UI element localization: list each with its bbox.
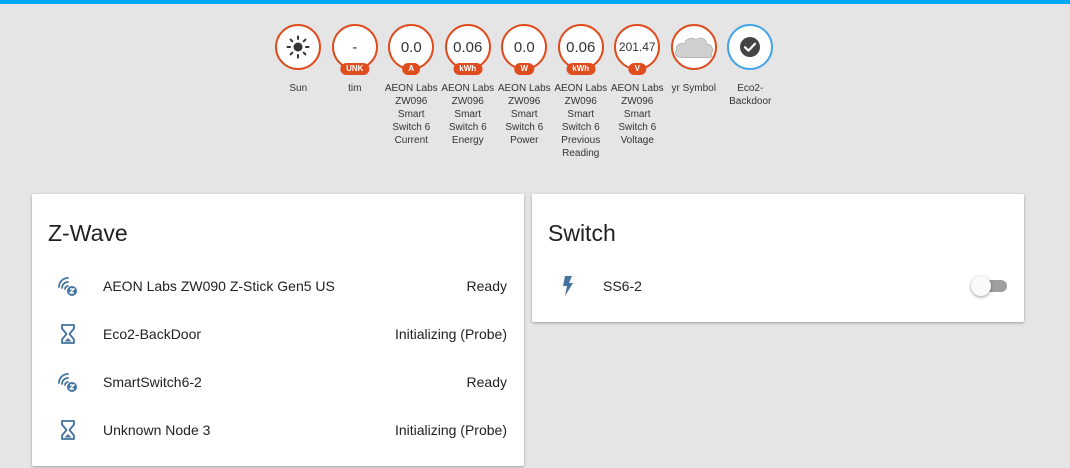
row-name: AEON Labs ZW090 Z-Stick Gen5 US [103,278,335,294]
badge-energy[interactable]: 0.06 kWh AEON Labs ZW096 Smart Switch 6 … [440,24,497,147]
row-state: Initializing (Probe) [394,422,507,438]
card-title: Z-Wave [48,220,128,246]
badge-circle[interactable]: 0.06 kWh [557,24,604,75]
row-name: Eco2-BackDoor [103,326,202,342]
row-name: SS6-2 [603,278,642,294]
row-name: SmartSwitch6-2 [103,374,202,390]
badge-circle[interactable]: 0.06 kWh [444,24,491,75]
badge-circle[interactable] [670,24,717,70]
badge-eco2-backdoor[interactable]: Eco2-Backdoor [722,24,779,108]
hourglass-icon [56,322,80,346]
badge-label: AEON Labs ZW096 Smart Switch 6 Power [497,83,551,146]
switch-card: Switch SS6-2 [532,194,1024,322]
badge-circle[interactable]: 0.0 W [501,24,548,75]
cloud-icon [674,37,713,59]
list-item[interactable]: AEON Labs ZW090 Z-Stick Gen5 US Ready [32,262,524,310]
badge-unit: kWh [566,63,596,75]
badge-circle[interactable] [275,24,322,70]
badge-unit: kWh [453,63,483,75]
badge-bar: Sun - UNK tim 0.0 A AEON Labs ZW096 Smar… [270,24,779,160]
badge-label: Sun [289,83,308,94]
badge-label: yr Symbol [671,83,716,94]
hourglass-icon [56,418,80,442]
top-accent-bar [0,0,1070,4]
flash-icon [556,274,580,298]
badge-circle[interactable]: - UNK [331,24,378,75]
badge-sun[interactable]: Sun [270,24,327,95]
badge-value: 0.0 [400,38,422,56]
row-state: Ready [466,278,507,294]
badge-previous-reading[interactable]: 0.06 kWh AEON Labs ZW096 Smart Switch 6 … [553,24,610,160]
badge-unit: A [402,63,421,75]
badge-tim[interactable]: - UNK tim [327,24,384,95]
zwave-card: Z-Wave AEON Labs ZW090 Z-Stick Gen5 US R… [32,194,524,466]
badge-value: 0.06 [566,38,596,56]
badge-circle[interactable] [727,24,774,70]
badge-label: AEON Labs ZW096 Smart Switch 6 Energy [441,83,495,146]
badge-circle[interactable]: 0.0 A [388,24,435,75]
badge-value: 201.47 [618,40,656,54]
badge-value: 0.0 [513,38,535,56]
badge-power[interactable]: 0.0 W AEON Labs ZW096 Smart Switch 6 Pow… [496,24,553,147]
row-state: Initializing (Probe) [394,326,507,342]
badge-label: Eco2-Backdoor [729,83,772,107]
zwave-icon [56,274,80,298]
toggle-thumb [971,276,991,296]
list-item[interactable]: SS6-2 [532,262,1024,310]
badge-voltage[interactable]: 201.47 V AEON Labs ZW096 Smart Switch 6 … [609,24,666,147]
badge-unit: V [628,63,646,75]
card-title: Switch [548,220,616,246]
badge-current[interactable]: 0.0 A AEON Labs ZW096 Smart Switch 6 Cur… [383,24,440,147]
badge-value: - [352,38,358,56]
sun-icon [286,35,310,59]
list-item[interactable]: Unknown Node 3 Initializing (Probe) [32,406,524,454]
ss6-2-toggle[interactable] [971,276,1007,296]
badge-label: AEON Labs ZW096 Smart Switch 6 Previous … [554,83,608,159]
badge-unit: W [514,63,535,75]
zwave-icon [56,370,80,394]
row-state: Ready [466,374,507,390]
list-item[interactable]: Eco2-BackDoor Initializing (Probe) [32,310,524,358]
badge-value: 0.06 [453,38,483,56]
badge-yr-symbol[interactable]: yr Symbol [666,24,723,95]
check-circle-icon [740,37,761,57]
badge-label: tim [348,83,362,94]
badge-label: AEON Labs ZW096 Smart Switch 6 Voltage [610,83,664,146]
list-item[interactable]: SmartSwitch6-2 Ready [32,358,524,406]
badge-label: AEON Labs ZW096 Smart Switch 6 Current [384,83,438,146]
row-name: Unknown Node 3 [103,422,211,438]
badge-circle[interactable]: 201.47 V [614,24,661,75]
badge-unit: UNK [340,63,370,75]
